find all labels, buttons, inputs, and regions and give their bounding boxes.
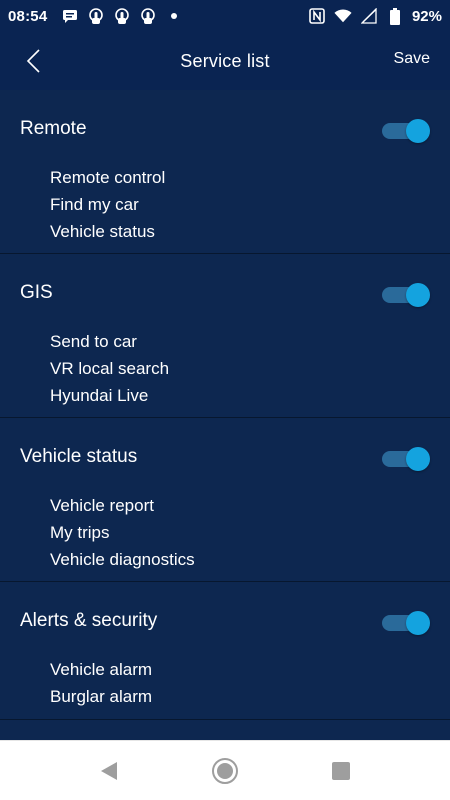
hand-icon — [113, 7, 131, 25]
dot-icon — [171, 13, 178, 19]
section-items: Vehicle alarm Burglar alarm — [50, 656, 152, 710]
signal-icon — [360, 7, 378, 25]
section-title: Vehicle status — [20, 446, 138, 467]
notification-icons — [61, 7, 178, 25]
status-bar: 08:54 92% — [0, 0, 450, 32]
save-button[interactable]: Save — [394, 50, 430, 68]
battery-percent: 92% — [411, 7, 442, 25]
hand-icon — [87, 7, 105, 25]
nav-recents-button[interactable] — [327, 757, 355, 785]
wifi-icon — [334, 7, 352, 25]
section-title: GIS — [20, 282, 53, 303]
service-list: Remote Remote control Find my car Vehicl… — [0, 90, 450, 740]
chevron-left-icon — [26, 49, 40, 73]
list-item: Send to car — [50, 332, 137, 351]
back-triangle-icon — [101, 761, 117, 780]
alerts-security-toggle[interactable] — [382, 611, 430, 635]
vehicle-status-toggle[interactable] — [382, 447, 430, 471]
service-section-gis: GIS Send to car VR local search Hyundai … — [0, 254, 450, 418]
app-header: Service list Save — [0, 32, 450, 90]
hand-icon — [139, 7, 157, 25]
nav-home-button[interactable] — [211, 757, 239, 785]
recents-square-icon — [332, 761, 350, 780]
status-time: 08:54 — [8, 7, 48, 25]
nav-back-button[interactable] — [95, 757, 123, 785]
service-section-remote: Remote Remote control Find my car Vehicl… — [0, 90, 450, 254]
service-section-alerts-security: Alerts & security Vehicle alarm Burglar … — [0, 582, 450, 720]
list-item: Vehicle report — [50, 496, 154, 515]
section-items: Remote control Find my car Vehicle statu… — [50, 164, 165, 245]
message-icon — [61, 7, 79, 25]
nfc-icon — [308, 7, 326, 25]
section-items: Send to car VR local search Hyundai Live — [50, 328, 169, 409]
gis-toggle[interactable] — [382, 283, 430, 307]
toggle-knob — [406, 611, 430, 635]
toggle-knob — [406, 283, 430, 307]
remote-toggle[interactable] — [382, 119, 430, 143]
list-item: Vehicle diagnostics — [50, 550, 195, 569]
list-item: Vehicle status — [50, 222, 155, 241]
list-item: Vehicle alarm — [50, 660, 153, 679]
list-item: Find my car — [50, 195, 139, 214]
toggle-knob — [406, 447, 430, 471]
toggle-knob — [406, 119, 430, 143]
list-item: Burglar alarm — [50, 687, 153, 706]
back-button[interactable] — [18, 46, 48, 76]
battery-icon — [386, 7, 404, 25]
list-item: Hyundai Live — [50, 386, 149, 405]
section-title: Alerts & security — [20, 610, 158, 631]
home-circle-icon — [212, 757, 238, 784]
list-item: VR local search — [50, 359, 170, 378]
service-section-vehicle-status: Vehicle status Vehicle report My trips V… — [0, 418, 450, 582]
page-title: Service list — [180, 50, 270, 71]
section-items: Vehicle report My trips Vehicle diagnost… — [50, 492, 195, 573]
list-item: My trips — [50, 523, 110, 542]
list-item: Remote control — [50, 168, 166, 187]
system-nav-bar — [0, 740, 450, 800]
section-title: Remote — [20, 118, 87, 139]
